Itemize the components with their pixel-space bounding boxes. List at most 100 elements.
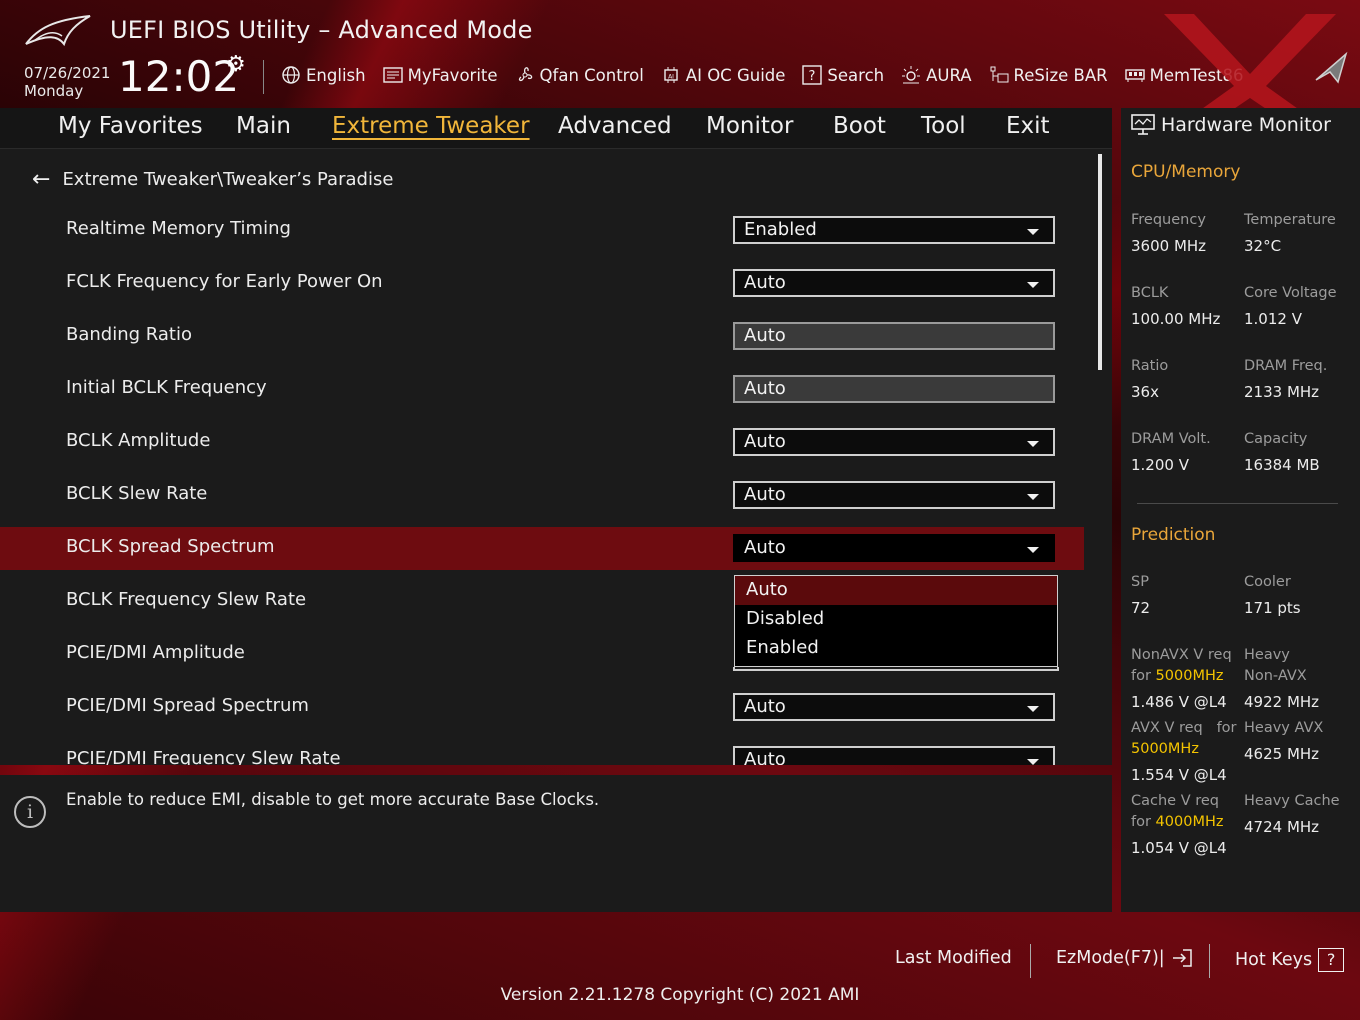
select-value: Auto (744, 696, 786, 717)
ezmode-button[interactable]: EzMode(F7)| (1056, 948, 1193, 968)
cache-for-line: for 4000MHz (1131, 812, 1223, 833)
hw-label-dram-volt: DRAM Volt. (1131, 431, 1211, 447)
help-text: Enable to reduce EMI, disable to get mor… (66, 790, 600, 809)
toolbar-english[interactable]: English (280, 65, 366, 85)
setting-label: Initial BCLK Frequency (66, 377, 267, 398)
tab-boot[interactable]: Boot (833, 113, 886, 139)
tab-tool[interactable]: Tool (921, 113, 966, 139)
setting-label: BCLK Spread Spectrum (66, 536, 275, 557)
toolbar-label: AI OC Guide (685, 65, 786, 85)
breadcrumb: ← Extreme Tweaker\Tweaker’s Paradise (32, 167, 393, 192)
globe-icon (282, 66, 300, 84)
settings-panel: ← Extreme Tweaker\Tweaker’s Paradise Rea… (0, 149, 1112, 765)
nonavx-freq: 5000MHz (1155, 668, 1224, 684)
setting-label: Banding Ratio (66, 324, 192, 345)
setting-select[interactable]: Auto (733, 693, 1055, 721)
toolbar-search[interactable]: ? Search (801, 65, 884, 85)
nonavx-req-label: NonAVX V req (1131, 647, 1232, 663)
hw-value-cooler: 171 pts (1244, 599, 1301, 617)
ai-chip-icon: AI (664, 67, 678, 83)
setting-row-pcie-dmi-frequency-slew-rate[interactable]: PCIE/DMI Frequency Slew Rate Auto (0, 739, 1084, 765)
hw-value-avx: 1.554 V @L4 (1131, 766, 1227, 784)
toolbar-label: AURA (926, 65, 972, 85)
hw-value-heavy-cache: 4724 MHz (1244, 818, 1320, 836)
dropdown-option-disabled[interactable]: Disabled (735, 605, 1057, 634)
footer-divider (1030, 944, 1031, 978)
hw-value-heavy-avx: 4625 MHz (1244, 745, 1320, 763)
hw-value-sp: 72 (1131, 599, 1151, 617)
hw-value-temperature: 32°C (1244, 237, 1282, 255)
setting-select[interactable]: Auto (733, 269, 1055, 297)
resize-bar-icon (990, 66, 1009, 83)
svg-text:?: ? (809, 69, 816, 84)
setting-select[interactable]: Auto (733, 746, 1055, 765)
toolbar-ai-oc-guide[interactable]: AI AI OC Guide (660, 65, 786, 85)
setting-row-bclk-spread-spectrum[interactable]: BCLK Spread Spectrum Auto (0, 527, 1084, 570)
setting-label: PCIE/DMI Spread Spectrum (66, 695, 309, 716)
hw-label-nonavx: NonAVX V req for 5000MHz (1131, 645, 1232, 687)
hw-label-bclk: BCLK (1131, 285, 1169, 301)
cpu-memory-heading: CPU/Memory (1131, 162, 1241, 182)
setting-select[interactable]: Auto (733, 534, 1055, 562)
setting-text-input[interactable]: Auto (733, 322, 1055, 350)
tab-exit[interactable]: Exit (1006, 113, 1050, 139)
setting-select[interactable]: Enabled (733, 216, 1055, 244)
scrollbar-thumb[interactable] (1098, 154, 1102, 370)
setting-row-pcie-dmi-spread-spectrum[interactable]: PCIE/DMI Spread Spectrum Auto (0, 686, 1084, 729)
chevron-down-icon (1027, 441, 1039, 447)
setting-text-input[interactable]: Auto (733, 375, 1055, 403)
for-text: for (1131, 668, 1151, 684)
for-text: for (1216, 720, 1237, 736)
setting-row-realtime-memory-timing[interactable]: Realtime Memory Timing Enabled (0, 209, 1084, 252)
tab-my-favorites[interactable]: My Favorites (58, 113, 203, 139)
tab-extreme-tweaker[interactable]: Extreme Tweaker (332, 113, 530, 139)
hw-label-temperature: Temperature (1244, 212, 1336, 228)
gear-icon[interactable]: ⚙ (226, 52, 246, 77)
toolbar-aura[interactable]: AURA (900, 65, 972, 85)
spread-spectrum-dropdown[interactable]: Auto Disabled Enabled (734, 575, 1058, 667)
dropdown-option-enabled[interactable]: Enabled (735, 634, 1057, 663)
toolbar-resize-bar[interactable]: ReSize BAR (988, 65, 1108, 85)
nonavx-for-line: for 5000MHz (1131, 666, 1232, 687)
hw-divider (1137, 503, 1338, 504)
tab-main[interactable]: Main (236, 113, 291, 139)
hw-label-heavy-avx: Heavy AVX (1244, 720, 1324, 736)
hw-value-frequency: 3600 MHz (1131, 237, 1207, 255)
setting-label: BCLK Slew Rate (66, 483, 208, 504)
toolbar-label: ReSize BAR (1013, 65, 1108, 85)
hw-label-core-voltage: Core Voltage (1244, 285, 1337, 301)
setting-select[interactable]: Auto (733, 481, 1055, 509)
setting-row-initial-bclk-frequency[interactable]: Initial BCLK Frequency Auto (0, 368, 1084, 411)
search-help-icon: ? (802, 65, 823, 85)
tab-monitor[interactable]: Monitor (706, 113, 793, 139)
clock[interactable]: 12:02 (118, 52, 239, 101)
setting-row-fclk-frequency[interactable]: FCLK Frequency for Early Power On Auto (0, 262, 1084, 305)
cursor-arrow-icon[interactable] (1312, 50, 1350, 84)
select-value: Auto (744, 272, 786, 293)
setting-label: Realtime Memory Timing (66, 218, 291, 239)
last-modified-button[interactable]: Last Modified (895, 948, 1012, 968)
toolbar-myfavorite[interactable]: MyFavorite (382, 65, 498, 85)
toolbar-qfan-control[interactable]: Qfan Control (514, 65, 644, 85)
setting-row-bclk-amplitude[interactable]: BCLK Amplitude Auto (0, 421, 1084, 464)
day-text: Monday (24, 82, 84, 100)
chevron-down-icon (1027, 494, 1039, 500)
aura-light-icon (902, 66, 921, 84)
hw-value-ratio: 36x (1131, 383, 1159, 401)
setting-row-bclk-slew-rate[interactable]: BCLK Slew Rate Auto (0, 474, 1084, 517)
setting-label: BCLK Frequency Slew Rate (66, 589, 307, 610)
tab-advanced[interactable]: Advanced (558, 113, 672, 139)
hot-keys-button[interactable]: Hot Keys ? (1235, 948, 1345, 972)
hw-label-frequency: Frequency (1131, 212, 1206, 228)
hw-value-cache: 1.054 V @L4 (1131, 839, 1227, 857)
hw-label-cache: Cache V req for 4000MHz (1131, 791, 1223, 833)
prediction-heading: Prediction (1131, 525, 1216, 545)
setting-row-banding-ratio[interactable]: Banding Ratio Auto (0, 315, 1084, 358)
back-arrow-icon[interactable]: ← (32, 167, 50, 192)
dropdown-option-auto[interactable]: Auto (735, 576, 1057, 605)
breadcrumb-path: Extreme Tweaker\Tweaker’s Paradise (62, 169, 394, 190)
hw-label-ratio: Ratio (1131, 358, 1169, 374)
select-value: Auto (744, 484, 786, 505)
hardware-monitor-label: Hardware Monitor (1161, 114, 1331, 136)
setting-select[interactable]: Auto (733, 428, 1055, 456)
